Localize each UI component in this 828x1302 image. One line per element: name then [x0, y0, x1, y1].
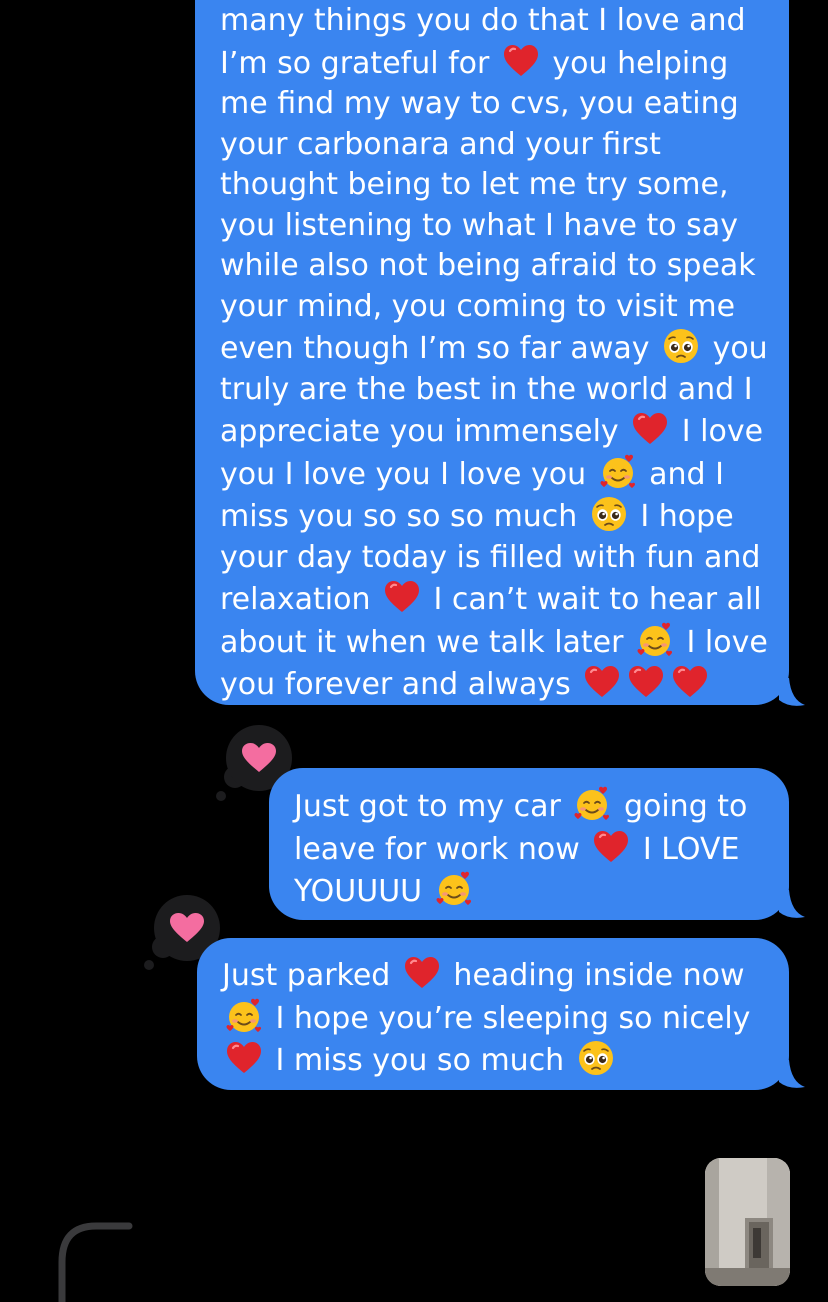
message-line: your mind, you coming to visit me	[220, 287, 789, 328]
incoming-bubble-edge	[58, 1222, 133, 1302]
message-line-text: Just parked	[222, 958, 400, 993]
message-line: your day today is filled with fun and	[220, 538, 789, 579]
sent-message-bubble[interactable]: Just got to my car going to leave for wor…	[269, 768, 789, 920]
pleading-face-emoji	[590, 495, 628, 533]
bubble-tail	[779, 1060, 805, 1088]
bubble-tail	[779, 890, 805, 918]
message-line: leave for work now I LOVE	[294, 828, 789, 871]
message-line-text: your mind, you coming to visit me	[220, 288, 736, 324]
message-line-text: I love	[677, 624, 768, 660]
message-line-text: going to	[614, 789, 748, 824]
message-line-text: truly are the best in the world and I	[220, 371, 753, 407]
message-line: appreciate you immensely I love	[220, 410, 789, 453]
message-text: many things you do that I love and I’m so…	[220, 1, 789, 706]
reaction-bubble-dot	[216, 791, 226, 801]
message-line: I miss you so much	[222, 1039, 789, 1082]
message-line: I hope you’re sleeping so nicely	[222, 997, 789, 1040]
message-line-text: thought being to let me try some,	[220, 167, 729, 202]
red-heart-emoji	[502, 42, 540, 80]
message-line-text: even though I’m so far away	[220, 331, 660, 366]
message-line-text: relaxation	[220, 582, 380, 617]
message-line-text: you listening to what I have to say	[220, 207, 738, 243]
message-line: you forever and always	[220, 663, 789, 706]
message-line-text: I LOVE	[633, 831, 740, 867]
message-line: me find my way to cvs, you eating	[220, 84, 789, 125]
pleading-face-emoji	[662, 327, 700, 365]
red-heart-emoji	[592, 828, 630, 866]
smiling-face-with-hearts-emoji	[435, 870, 473, 908]
message-line-text: your day today is filled with fun and	[220, 539, 761, 575]
message-line-text: your carbonara and your first	[220, 126, 661, 162]
red-heart-emoji	[225, 1039, 263, 1077]
sent-message-bubble[interactable]: many things you do that I love and I’m so…	[195, 0, 789, 705]
smiling-face-with-hearts-emoji	[636, 621, 674, 659]
message-line: even though I’m so far away you	[220, 327, 789, 370]
message-line-text: appreciate you immensely	[220, 414, 629, 449]
message-line-text: while also not being afraid to speak	[220, 248, 756, 283]
red-heart-emoji	[583, 663, 621, 701]
red-heart-emoji	[383, 578, 421, 616]
message-line-text: many things you do that I love and	[220, 3, 746, 38]
message-line-text: you I love you I love you	[220, 456, 596, 492]
message-line: about it when we talk later I love	[220, 621, 789, 664]
message-line: I’m so grateful for you helping	[220, 42, 789, 85]
message-text: Just parked heading inside now I hope yo…	[222, 954, 789, 1082]
message-line-text: and I	[639, 456, 724, 492]
photo-attachment-thumbnail[interactable]	[705, 1158, 790, 1286]
message-line-text: I can’t wait to hear all	[424, 582, 762, 617]
reaction-bubble-dot	[144, 960, 154, 970]
photo-image	[705, 1158, 790, 1286]
heart-reaction-icon	[242, 743, 276, 772]
message-line-text: about it when we talk later	[220, 624, 634, 660]
red-heart-emoji	[631, 410, 669, 448]
smiling-face-with-hearts-emoji	[573, 785, 611, 823]
message-line: thought being to let me try some,	[220, 165, 789, 206]
message-line: you listening to what I have to say	[220, 206, 789, 247]
message-text: Just got to my car going to leave for wor…	[294, 785, 789, 913]
red-heart-emoji	[671, 663, 709, 701]
message-line: Just parked heading inside now	[222, 954, 789, 997]
message-line-text: leave for work now	[294, 831, 590, 867]
message-line-text: I hope you’re sleeping so nicely	[266, 1000, 751, 1036]
red-heart-emoji	[627, 663, 665, 701]
message-line-text: I love	[672, 414, 764, 449]
message-line-text: you forever and always	[220, 667, 581, 702]
message-line-text: you	[703, 331, 768, 366]
message-line-text: you helping	[542, 45, 729, 81]
message-line-text: I miss you so much	[266, 1043, 574, 1078]
message-line: while also not being afraid to speak	[220, 246, 789, 287]
message-line: relaxation I can’t wait to hear all	[220, 578, 789, 621]
pleading-face-emoji	[577, 1039, 615, 1077]
smiling-face-with-hearts-emoji	[599, 453, 637, 491]
message-line: you I love you I love you and I	[220, 453, 789, 496]
message-line-text: Just got to my car	[294, 789, 571, 824]
message-line: Just got to my car going to	[294, 785, 789, 828]
smiling-face-with-hearts-emoji	[225, 997, 263, 1035]
message-line-text: miss you so so so much	[220, 499, 587, 534]
message-line: miss you so so so much I hope	[220, 495, 789, 538]
message-line: many things you do that I love and	[220, 1, 789, 42]
heart-reaction-icon	[170, 913, 204, 942]
message-line-text: me find my way to cvs, you eating	[220, 86, 739, 121]
message-line-text: YOUUUU	[294, 874, 432, 909]
red-heart-emoji	[403, 954, 441, 992]
message-line-text: I hope	[630, 499, 734, 534]
message-line: truly are the best in the world and I	[220, 370, 789, 411]
message-line-text: heading inside now	[443, 958, 745, 993]
bubble-tail	[779, 678, 805, 706]
message-line: your carbonara and your first	[220, 125, 789, 166]
sent-message-bubble[interactable]: Just parked heading inside now I hope yo…	[197, 938, 789, 1090]
message-line: YOUUUU	[294, 870, 789, 913]
message-line-text: I’m so grateful for	[220, 45, 499, 81]
